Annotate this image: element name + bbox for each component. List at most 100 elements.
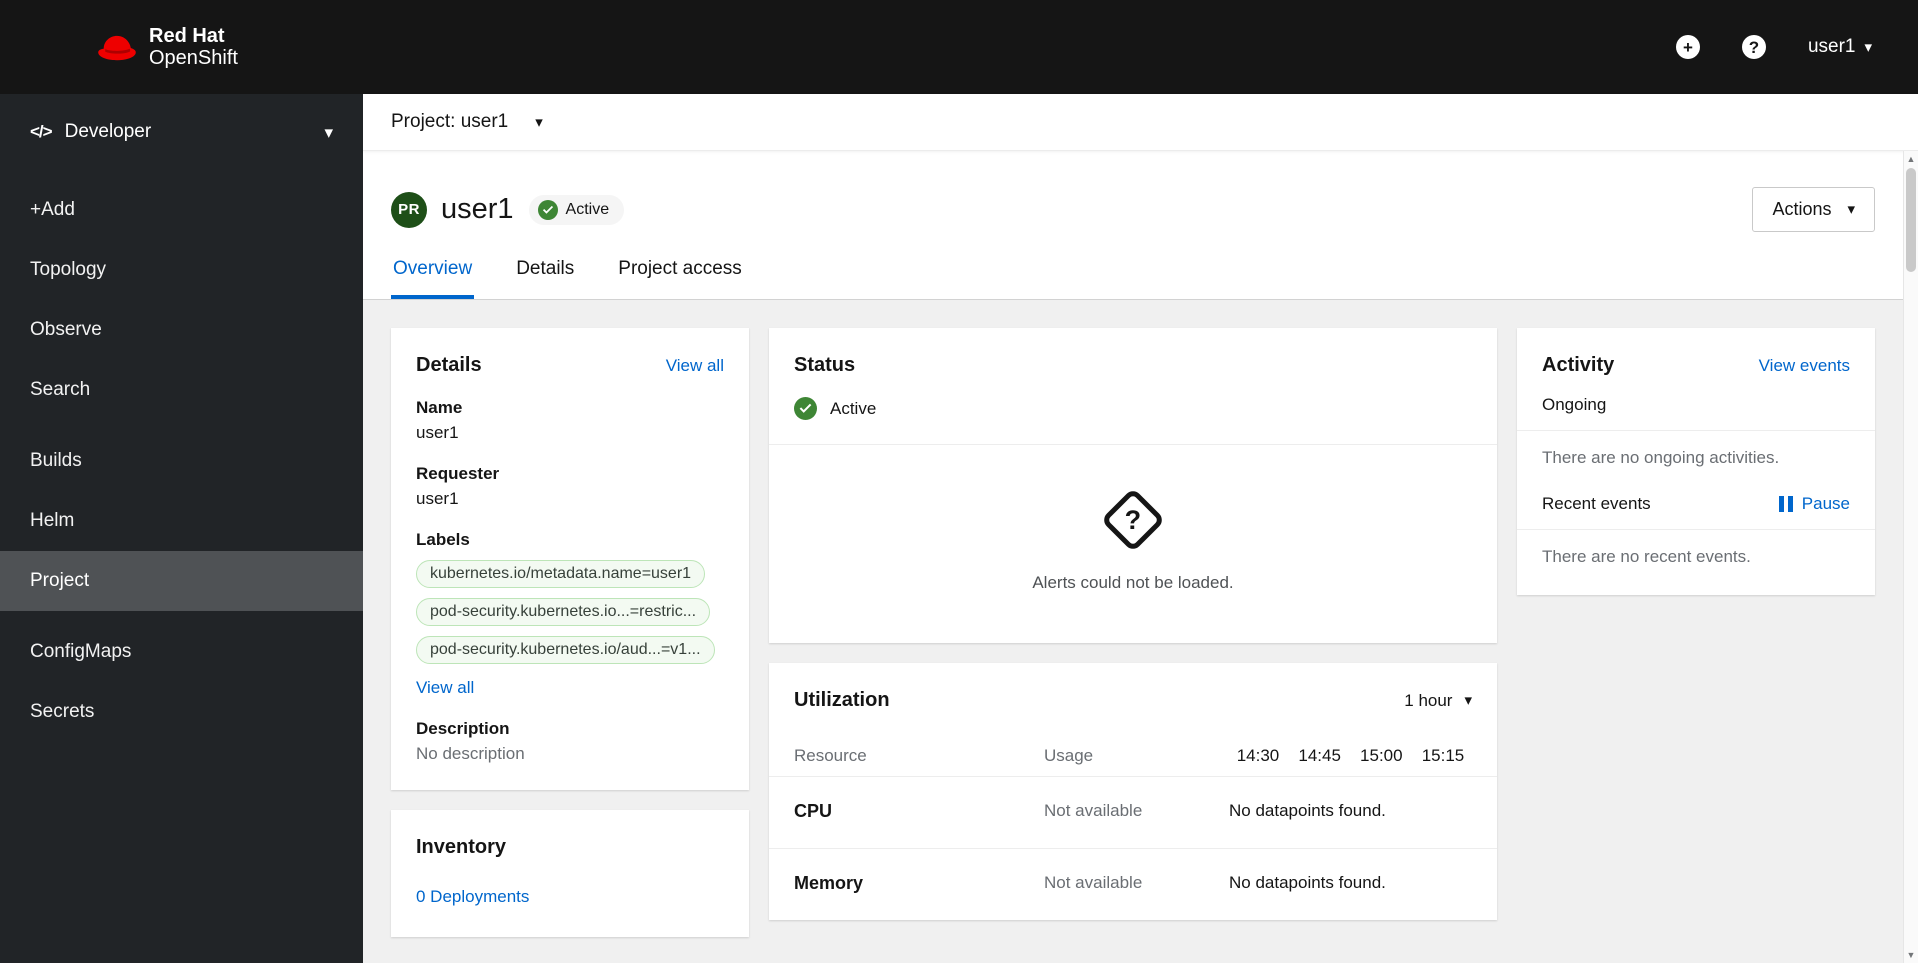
- sidebar-item-builds[interactable]: Builds: [0, 431, 363, 491]
- chevron-down-icon: ▾: [1464, 692, 1472, 709]
- alerts-empty-message: Alerts could not be loaded.: [1032, 573, 1234, 592]
- resource-usage: Not available: [1044, 801, 1143, 820]
- unknown-alert-icon: ?: [1100, 487, 1166, 553]
- sidebar-item-search[interactable]: Search: [0, 360, 363, 420]
- resource-name: CPU: [794, 801, 833, 821]
- view-events-link[interactable]: View events: [1759, 356, 1850, 376]
- sidebar-item-project[interactable]: Project: [0, 551, 363, 611]
- resource-name: Memory: [794, 873, 864, 893]
- inventory-card: Inventory 0 Deployments: [391, 810, 749, 937]
- sidebar-item-observe[interactable]: Observe: [0, 300, 363, 360]
- utilization-row-cpu: CPU Not available No datapoints found.: [769, 776, 1497, 848]
- name-label: Name: [416, 398, 463, 417]
- activity-card: Activity View events Ongoing There are n…: [1517, 328, 1875, 595]
- user-menu[interactable]: user1 ▾: [1808, 36, 1872, 58]
- status-card-title: Status: [794, 354, 856, 376]
- chevron-down-icon: ▾: [1847, 201, 1855, 218]
- details-view-all-link[interactable]: View all: [666, 356, 724, 376]
- duration-dropdown[interactable]: 1 hour ▾: [1404, 691, 1472, 711]
- pause-events-button[interactable]: Pause: [1778, 494, 1850, 514]
- tab-details[interactable]: Details: [514, 238, 576, 299]
- tab-bar: Overview Details Project access: [363, 238, 1918, 300]
- perspective-switcher[interactable]: </> Developer ▾: [0, 100, 363, 164]
- page-title: user1: [441, 193, 514, 225]
- utilization-header-row: Resource Usage 14:30 14:45 15:00 15:15: [769, 712, 1497, 776]
- ongoing-section-label: Ongoing: [1517, 377, 1875, 431]
- chevron-down-icon: ▾: [535, 113, 543, 131]
- requester-value: user1: [416, 489, 459, 508]
- status-badge-label: Active: [565, 200, 610, 218]
- scroll-up-icon[interactable]: ▲: [1904, 151, 1918, 167]
- red-hat-logo-icon: [96, 32, 138, 63]
- check-circle-icon: [537, 199, 558, 220]
- overview-dashboard: Details View all Name user1 Requester us…: [363, 300, 1918, 963]
- time-tick-label: 15:00: [1360, 746, 1403, 765]
- usage-column-header: Usage: [1044, 746, 1094, 765]
- resource-column-header: Resource: [794, 746, 867, 765]
- recent-events-label: Recent events: [1542, 494, 1651, 513]
- time-tick-label: 14:45: [1298, 746, 1341, 765]
- label-pill: kubernetes.io/metadata.name=user1: [416, 560, 706, 588]
- resource-usage: Not available: [1044, 873, 1143, 892]
- vertical-scrollbar: ▲ ▼: [1903, 151, 1918, 963]
- sidebar-item-helm[interactable]: Helm: [0, 491, 363, 551]
- tab-project-access[interactable]: Project access: [616, 238, 744, 299]
- status-state-label: Active: [830, 398, 877, 418]
- help-icon[interactable]: ?: [1741, 35, 1766, 59]
- pause-button-label: Pause: [1801, 494, 1850, 513]
- chevron-down-icon: ▾: [324, 122, 333, 142]
- sidebar-item-add[interactable]: +Add: [0, 180, 363, 240]
- sidebar-nav: </> Developer ▾ +Add Topology Observe Se…: [0, 94, 363, 963]
- sidebar-item-configmaps[interactable]: ConfigMaps: [0, 622, 363, 682]
- main-content: Project: user1 ▾ PR user1 Active Actions…: [363, 94, 1918, 963]
- alerts-empty-state: ? Alerts could not be loaded.: [769, 445, 1497, 643]
- labels-label: Labels: [416, 530, 470, 549]
- create-plus-icon[interactable]: +: [1675, 35, 1700, 59]
- recent-empty-message: There are no recent events.: [1542, 547, 1751, 566]
- time-axis: 14:30 14:45 15:00 15:15: [1229, 746, 1472, 766]
- label-pill: pod-security.kubernetes.io...=restric...: [416, 598, 711, 626]
- masthead: Red Hat OpenShift + ? user1 ▾: [0, 0, 1918, 94]
- activity-card-title: Activity: [1542, 354, 1615, 376]
- brand-logo: Red Hat OpenShift: [96, 25, 238, 70]
- utilization-row-memory: Memory Not available No datapoints found…: [769, 848, 1497, 920]
- time-tick-label: 14:30: [1236, 746, 1280, 765]
- sidebar-item-topology[interactable]: Topology: [0, 240, 363, 300]
- question-circle-icon: ?: [1741, 35, 1766, 59]
- project-selector[interactable]: Project: user1 ▾: [391, 111, 543, 133]
- scrollbar-thumb[interactable]: [1906, 168, 1916, 272]
- tab-overview[interactable]: Overview: [391, 238, 475, 299]
- details-card: Details View all Name user1 Requester us…: [391, 328, 749, 790]
- chevron-down-icon: ▾: [1864, 38, 1872, 56]
- actions-button[interactable]: Actions ▾: [1752, 187, 1875, 232]
- utilization-card-title: Utilization: [794, 689, 890, 711]
- resource-datapoints: No datapoints found.: [1229, 801, 1386, 820]
- details-card-title: Details: [416, 354, 482, 376]
- code-icon: </>: [30, 122, 53, 141]
- time-tick-label: 15:15: [1421, 746, 1465, 765]
- brand-line1: Red Hat: [149, 24, 225, 47]
- labels-view-all-link[interactable]: View all: [416, 678, 474, 698]
- label-pill: pod-security.kubernetes.io/aud...=v1...: [416, 636, 715, 664]
- username: user1: [1807, 36, 1856, 57]
- page-scroll-area: PR user1 Active Actions ▾ Overview Detai…: [363, 151, 1918, 963]
- pause-icon: [1778, 496, 1793, 512]
- check-circle-icon: [794, 397, 817, 420]
- deployments-link[interactable]: 0 Deployments: [416, 887, 529, 907]
- description-value: No description: [416, 744, 525, 763]
- status-badge: Active: [528, 194, 625, 225]
- inventory-card-title: Inventory: [416, 836, 507, 858]
- actions-button-label: Actions: [1772, 199, 1832, 219]
- brand-line2: OpenShift: [149, 47, 238, 69]
- page-header: PR user1 Active Actions ▾: [363, 151, 1918, 238]
- sidebar-item-secrets[interactable]: Secrets: [0, 682, 363, 742]
- plus-circle-icon: +: [1675, 35, 1700, 59]
- name-value: user1: [416, 423, 459, 442]
- project-selector-label: Project: user1: [391, 111, 509, 132]
- scroll-down-icon[interactable]: ▼: [1904, 947, 1918, 963]
- project-bar: Project: user1 ▾: [363, 94, 1918, 151]
- utilization-card: Utilization 1 hour ▾ Resource Usage 14:3…: [769, 663, 1497, 920]
- requester-label: Requester: [416, 464, 500, 483]
- project-resource-badge: PR: [391, 191, 427, 228]
- status-card: Status Active ? Alerts could not be load…: [769, 328, 1497, 643]
